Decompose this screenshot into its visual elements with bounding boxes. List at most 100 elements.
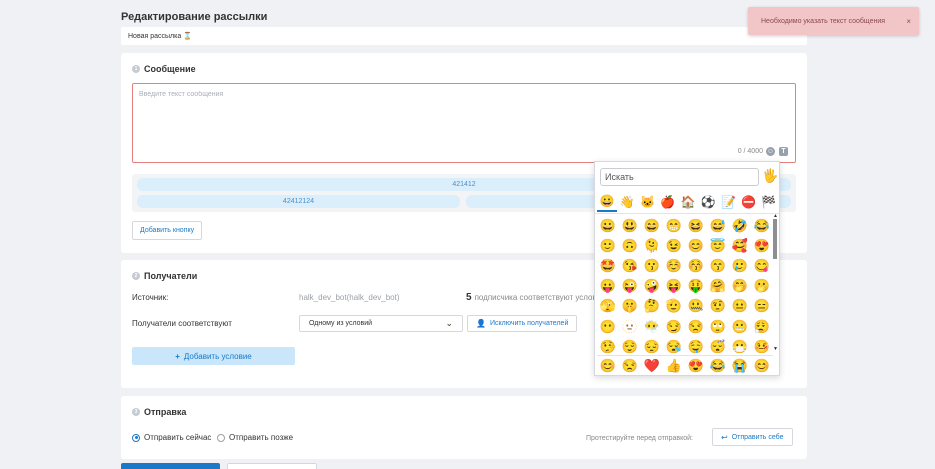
emoji-cell[interactable]: 🥲 (729, 259, 751, 272)
emoji-cell[interactable]: 🤐 (685, 299, 707, 312)
emoji-cell[interactable]: 🙂 (597, 239, 619, 252)
emoji-toggle-icon[interactable]: ☺ (766, 147, 775, 156)
emoji-picker: 🖐 😀 👋 🐱 🍎 🏠 ⚽ 📝 ⛔ 🏁 😀😃😄😁😆😅🤣😂🙂🙃🫠😉😊😇🥰😍🤩😘😗☺… (594, 161, 780, 376)
emoji-cell[interactable]: ❤️ (641, 359, 663, 372)
emoji-cell[interactable]: 🫡 (663, 299, 685, 312)
emoji-cell[interactable]: 😒 (619, 359, 641, 372)
skin-tone-selector[interactable]: 🖐 (762, 168, 778, 184)
emoji-category-tab[interactable]: 🏠 (678, 192, 698, 212)
emoji-category-tab[interactable]: ⛔ (739, 192, 759, 212)
keyboard-button[interactable]: 42412124 (137, 195, 460, 208)
emoji-category-tab[interactable]: 🍎 (658, 192, 678, 212)
emoji-cell[interactable]: 😋 (751, 259, 773, 272)
emoji-cell[interactable]: 😭 (729, 359, 751, 372)
emoji-cell[interactable]: 😔 (641, 340, 663, 353)
emoji-cell[interactable]: 🤔 (641, 299, 663, 312)
scrollbar-thumb[interactable] (773, 219, 777, 259)
emoji-cell[interactable]: 😛 (597, 279, 619, 292)
emoji-cell[interactable]: 😚 (685, 259, 707, 272)
emoji-cell[interactable]: 😍 (751, 239, 773, 252)
emoji-cell[interactable]: 👍 (663, 359, 685, 372)
emoji-cell[interactable]: 🫢 (751, 279, 773, 292)
emoji-cell[interactable]: 🥰 (729, 239, 751, 252)
emoji-cell[interactable]: 😬 (729, 320, 751, 333)
emoji-cell[interactable]: ☺️ (663, 259, 685, 272)
mailing-name-field[interactable]: Новая рассылка ⌛ (121, 27, 807, 45)
emoji-cell[interactable]: 😙 (707, 259, 729, 272)
emoji-cell[interactable]: 😑 (751, 299, 773, 312)
emoji-cell[interactable]: 😶‍🌫️ (641, 320, 663, 333)
emoji-search-input[interactable] (600, 168, 759, 186)
send-later-radio[interactable]: Отправить позже (217, 433, 293, 442)
emoji-cell[interactable]: 😍 (685, 359, 707, 372)
emoji-cell[interactable]: 😇 (707, 239, 729, 252)
emoji-cell[interactable]: 🫠 (641, 239, 663, 252)
add-keyboard-button[interactable]: Добавить кнопку (132, 221, 203, 240)
scroll-down-icon[interactable]: ▼ (773, 346, 778, 352)
emoji-category-tab[interactable]: 😀 (597, 192, 618, 212)
emoji-cell[interactable]: 🤑 (685, 279, 707, 292)
emoji-cell[interactable]: 🤗 (707, 279, 729, 292)
emoji-cell[interactable]: 🤒 (751, 340, 773, 353)
emoji-cell[interactable]: 🙄 (707, 320, 729, 333)
emoji-row: 😛 😜 🤪 😝 🤑 🤗 🤭 🫢 (597, 276, 773, 296)
emoji-cell[interactable]: 🤨 (707, 299, 729, 312)
save-button[interactable] (121, 463, 220, 469)
emoji-cell[interactable]: 🤣 (729, 219, 751, 232)
emoji-cell[interactable]: 😷 (729, 340, 751, 353)
cancel-button[interactable] (227, 463, 317, 469)
emoji-cell[interactable]: 🫣 (597, 299, 619, 312)
emoji-cell[interactable]: 😒 (685, 320, 707, 333)
emoji-cell[interactable]: 😏 (663, 320, 685, 333)
emoji-cell[interactable]: 😴 (707, 340, 729, 353)
emoji-cell[interactable]: 😐 (729, 299, 751, 312)
emoji-cell[interactable]: 😆 (685, 219, 707, 232)
emoji-cell[interactable]: 😮‍💨 (751, 320, 773, 333)
message-textarea-box[interactable]: 0 / 4000 ☺ T (132, 83, 796, 163)
emoji-row: 🤩 😘 😗 ☺️ 😚 😙 🥲 😋 (597, 255, 773, 275)
emoji-cell[interactable]: 😜 (619, 279, 641, 292)
emoji-category-tab[interactable]: ⚽ (698, 192, 718, 212)
emoji-cell[interactable]: 🤩 (597, 259, 619, 272)
send-to-self-button[interactable]: ↩ Отправить себе (712, 428, 793, 446)
emoji-cell[interactable]: 😌 (619, 340, 641, 353)
emoji-cell[interactable]: 😀 (597, 219, 619, 232)
emoji-cell[interactable]: 😁 (663, 219, 685, 232)
emoji-cell[interactable]: 😉 (663, 239, 685, 252)
emoji-cell[interactable]: 😪 (663, 340, 685, 353)
emoji-cell[interactable]: 😊 (685, 239, 707, 252)
emoji-category-tab[interactable]: 🏁 (759, 192, 779, 212)
emoji-cell[interactable]: 🤪 (641, 279, 663, 292)
emoji-cell[interactable]: 🫥 (619, 320, 641, 333)
match-condition-select[interactable]: Одному из условий ⌄ (299, 315, 463, 332)
emoji-cell[interactable]: 😂 (707, 359, 729, 372)
divider (595, 213, 779, 214)
emoji-row: 😀 😃 😄 😁 😆 😅 🤣 😂 (597, 215, 773, 235)
emoji-cell[interactable]: 🤤 (685, 340, 707, 353)
send-now-radio[interactable]: Отправить сейчас (132, 433, 211, 442)
close-icon[interactable]: × (906, 17, 911, 26)
emoji-scrollbar[interactable]: ▲ ▼ (773, 213, 778, 353)
add-condition-button[interactable]: + Добавить условие (132, 347, 295, 365)
emoji-category-tab[interactable]: 🐱 (637, 192, 657, 212)
source-label: Источник: (132, 293, 169, 302)
emoji-cell[interactable]: 🙃 (619, 239, 641, 252)
emoji-cell[interactable]: 😂 (751, 219, 773, 232)
emoji-cell[interactable]: 😊 (751, 359, 773, 372)
emoji-cell[interactable]: 🤭 (729, 279, 751, 292)
variable-insert-icon[interactable]: T (779, 147, 788, 156)
emoji-cell[interactable]: 😄 (641, 219, 663, 232)
emoji-category-tab[interactable]: 📝 (718, 192, 738, 212)
message-text-input[interactable] (139, 91, 739, 98)
emoji-cell[interactable]: 😶 (597, 320, 619, 333)
emoji-cell[interactable]: 🤫 (619, 299, 641, 312)
emoji-cell[interactable]: 🤥 (597, 340, 619, 353)
emoji-cell[interactable]: 😊 (597, 359, 619, 372)
emoji-cell[interactable]: 😗 (641, 259, 663, 272)
emoji-cell[interactable]: 😝 (663, 279, 685, 292)
emoji-category-tab[interactable]: 👋 (617, 192, 637, 212)
emoji-cell[interactable]: 😃 (619, 219, 641, 232)
emoji-cell[interactable]: 😘 (619, 259, 641, 272)
exclude-recipients-button[interactable]: 👤 Исключить получателей (467, 315, 578, 332)
emoji-cell[interactable]: 😅 (707, 219, 729, 232)
